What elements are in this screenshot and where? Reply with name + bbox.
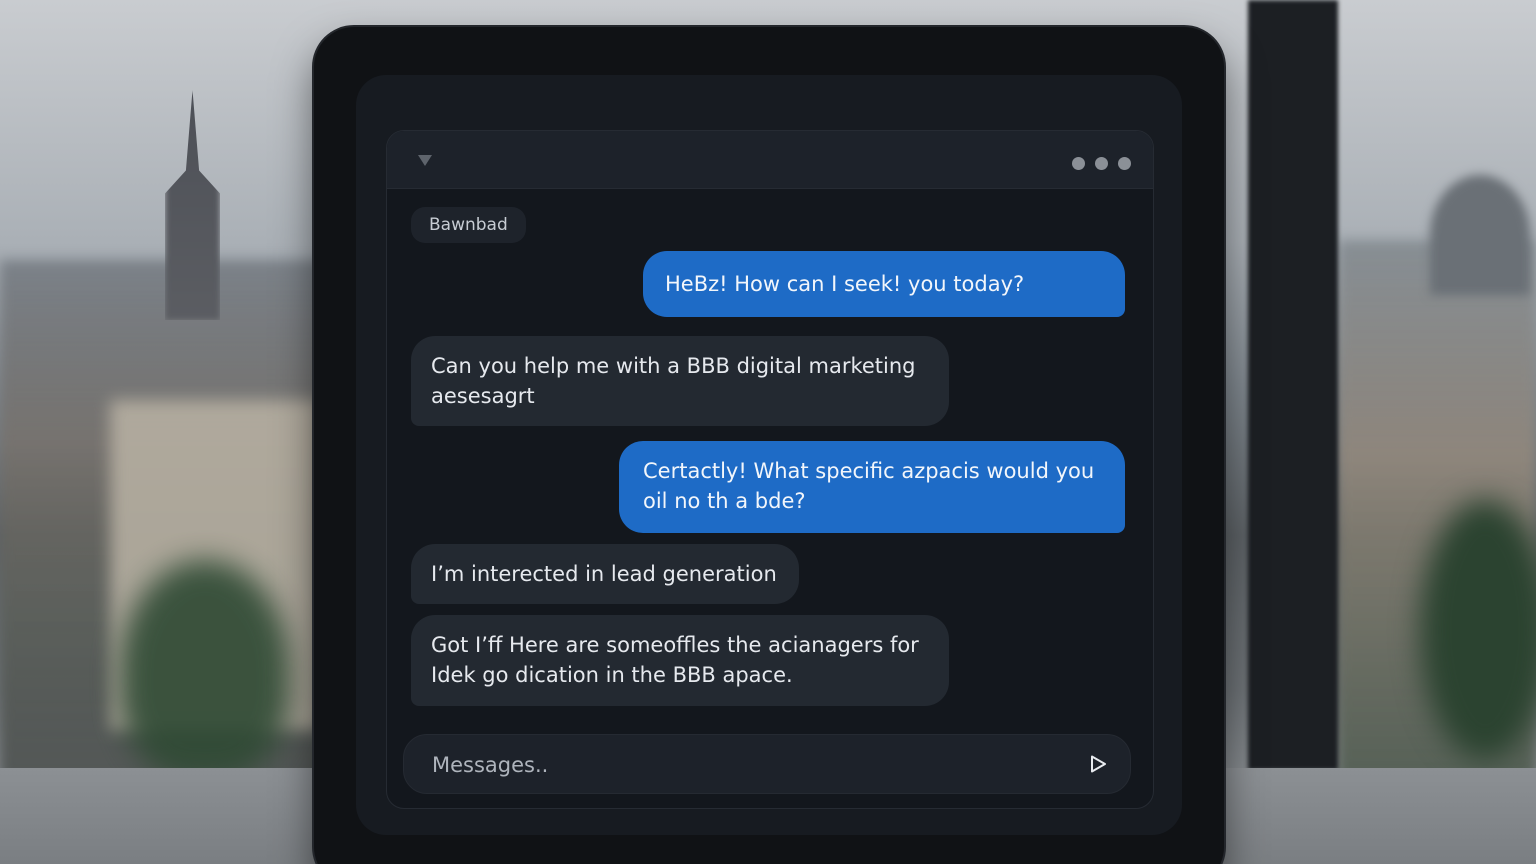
message-composer bbox=[403, 734, 1131, 795]
send-icon[interactable] bbox=[1088, 754, 1108, 774]
chat-titlebar bbox=[387, 131, 1153, 189]
more-dots-icon[interactable] bbox=[1072, 157, 1131, 170]
conversation-tag: Bawnbad bbox=[411, 207, 526, 243]
background-tree-left bbox=[120, 560, 290, 780]
tablet-screen: Bawnbad HeBz! How can I seek! you today?… bbox=[356, 75, 1182, 835]
background-church-spire bbox=[165, 90, 220, 320]
dot bbox=[1095, 157, 1108, 170]
background-dome bbox=[1430, 175, 1530, 295]
message-input[interactable] bbox=[430, 735, 1054, 795]
message-bubble-assistant: HeBz! How can I seek! you today? bbox=[643, 251, 1125, 317]
tablet-device: Bawnbad HeBz! How can I seek! you today?… bbox=[314, 27, 1224, 864]
photo-scene: Bawnbad HeBz! How can I seek! you today?… bbox=[0, 0, 1536, 864]
dot bbox=[1072, 157, 1085, 170]
message-bubble-assistant: Certactly! What specific azpacis would y… bbox=[619, 441, 1125, 533]
chat-window: Bawnbad HeBz! How can I seek! you today?… bbox=[386, 130, 1154, 809]
message-bubble-user: Can you help me with a BBB digital marke… bbox=[411, 336, 949, 426]
message-bubble-user: I’m interected in lead generation bbox=[411, 544, 799, 604]
dot bbox=[1118, 157, 1131, 170]
message-bubble-user: Got I’ff Here are someoffles the acianag… bbox=[411, 615, 949, 706]
heart-icon[interactable] bbox=[417, 153, 433, 167]
window-frame-pole bbox=[1248, 0, 1338, 770]
